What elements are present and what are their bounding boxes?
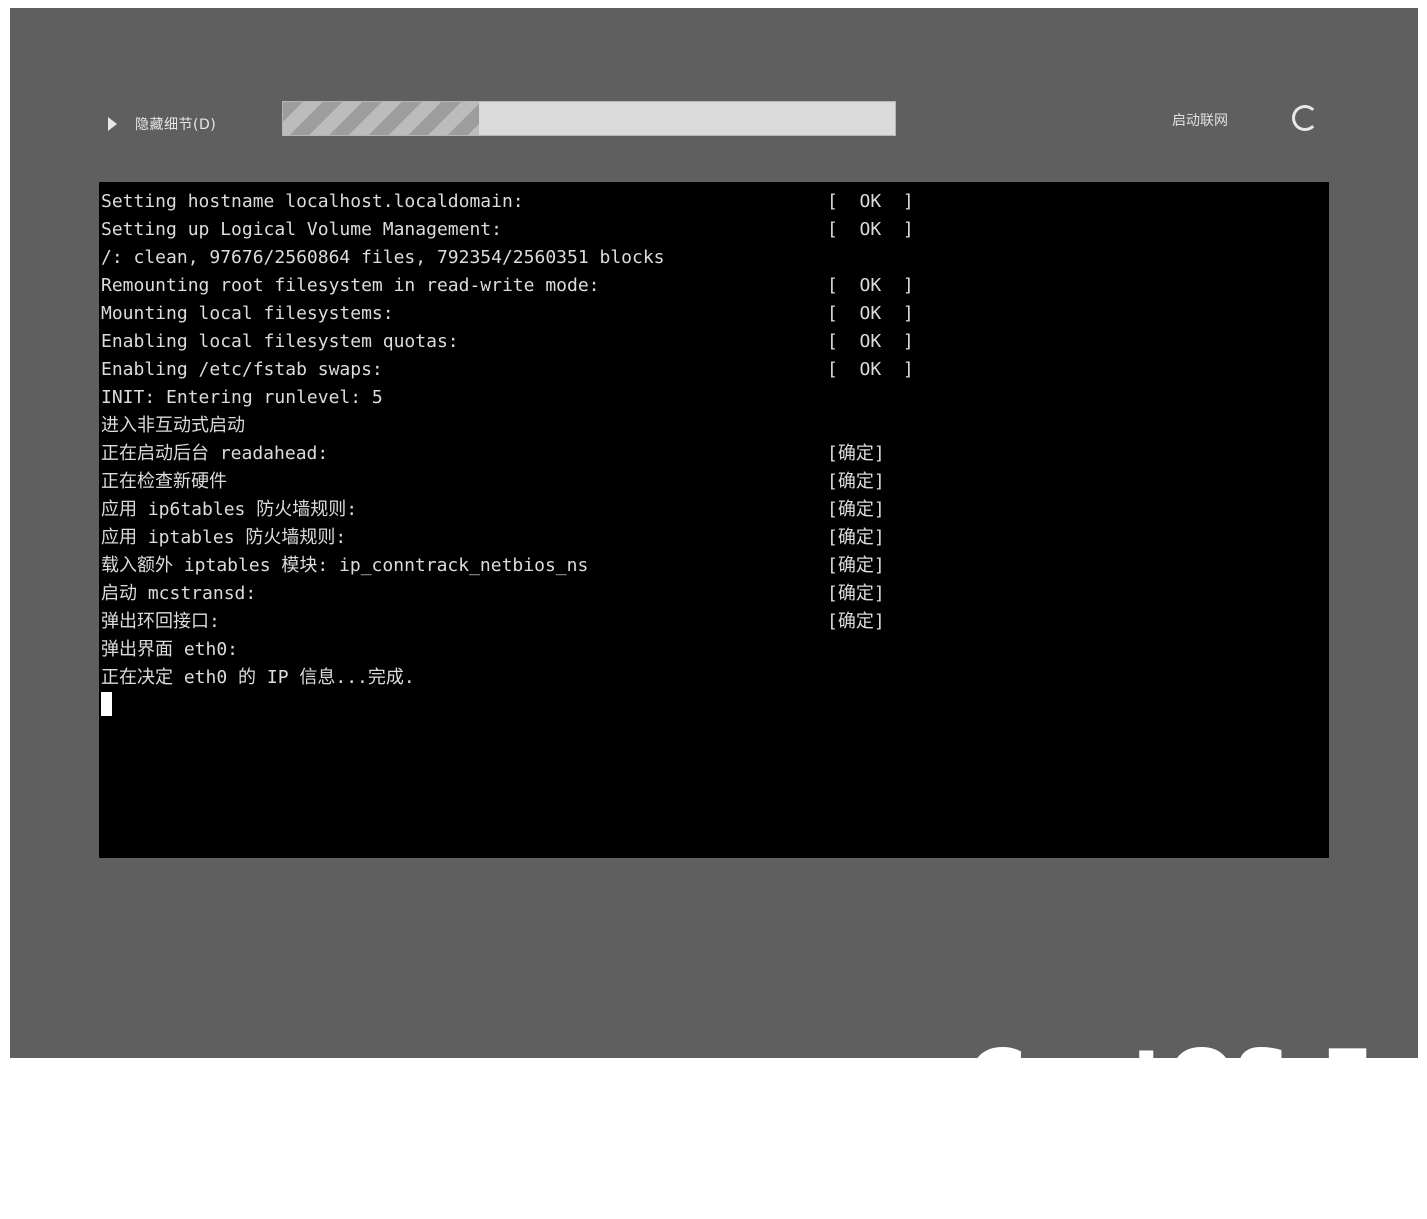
console-line-status: [ OK ]	[827, 275, 914, 296]
hide-details-toggle[interactable]: 隐藏细节(D)	[108, 106, 216, 142]
text-cursor	[101, 692, 112, 716]
console-line-message: 启动 mcstransd:	[101, 583, 257, 604]
logo-text: CentOS-5	[967, 1033, 1376, 1126]
console-line-status: [确定]	[827, 527, 885, 548]
boot-screen: 隐藏细节(D) 启动联网 Setting hostname localhost.…	[10, 8, 1418, 1126]
boot-progress-fill	[283, 102, 479, 135]
console-line-message: 弹出环回接口:	[101, 611, 220, 632]
console-line-message: 弹出界面 eth0:	[101, 639, 239, 660]
console-line-status: [ OK ]	[827, 303, 914, 324]
boot-progress-bar	[282, 101, 896, 136]
expand-triangle-icon	[108, 117, 117, 131]
console-line-message: 正在启动后台 readahead:	[101, 443, 329, 464]
console-line-status: [确定]	[827, 471, 885, 492]
console-line-status: [确定]	[827, 555, 885, 576]
console-line-message: Setting up Logical Volume Management:	[101, 219, 502, 240]
console-line-message: INIT: Entering runlevel: 5	[101, 387, 383, 408]
hide-details-label: 隐藏细节(D)	[135, 117, 217, 133]
console-line-message: /: clean, 97676/2560864 files, 792354/25…	[101, 247, 665, 268]
console-line-status: [ OK ]	[827, 331, 914, 352]
console-line-message: 正在检查新硬件	[101, 471, 227, 492]
console-line-status: [确定]	[827, 611, 885, 632]
loading-spinner-icon	[1292, 105, 1318, 131]
console-line-message: 进入非互动式启动	[101, 415, 245, 436]
console-line-message: Mounting local filesystems:	[101, 303, 394, 324]
console-line-message: Setting hostname localhost.localdomain:	[101, 191, 524, 212]
console-line-message: 正在决定 eth0 的 IP 信息...完成.	[101, 667, 415, 688]
console-line-message: Enabling /etc/fstab swaps:	[101, 359, 383, 380]
console-line-message: 应用 iptables 防火墙规则:	[101, 527, 347, 548]
console-line-message: 载入额外 iptables 模块: ip_conntrack_netbios_n…	[101, 555, 589, 576]
console-line-status: [ OK ]	[827, 359, 914, 380]
boot-status-text: 启动联网	[1172, 113, 1228, 129]
boot-console: Setting hostname localhost.localdomain: […	[99, 182, 1329, 858]
console-line-message: 应用 ip6tables 防火墙规则:	[101, 499, 358, 520]
console-line-status: [确定]	[827, 443, 885, 464]
console-line-message: Enabling local filesystem quotas:	[101, 331, 459, 352]
console-line-message: Remounting root filesystem in read-write…	[101, 275, 600, 296]
console-line-status: [ OK ]	[827, 219, 914, 240]
console-line-status: [确定]	[827, 499, 885, 520]
console-line-status: [ OK ]	[827, 191, 914, 212]
centos-logo: CentOS-5	[864, 940, 1376, 1219]
console-line-status: [确定]	[827, 583, 885, 604]
